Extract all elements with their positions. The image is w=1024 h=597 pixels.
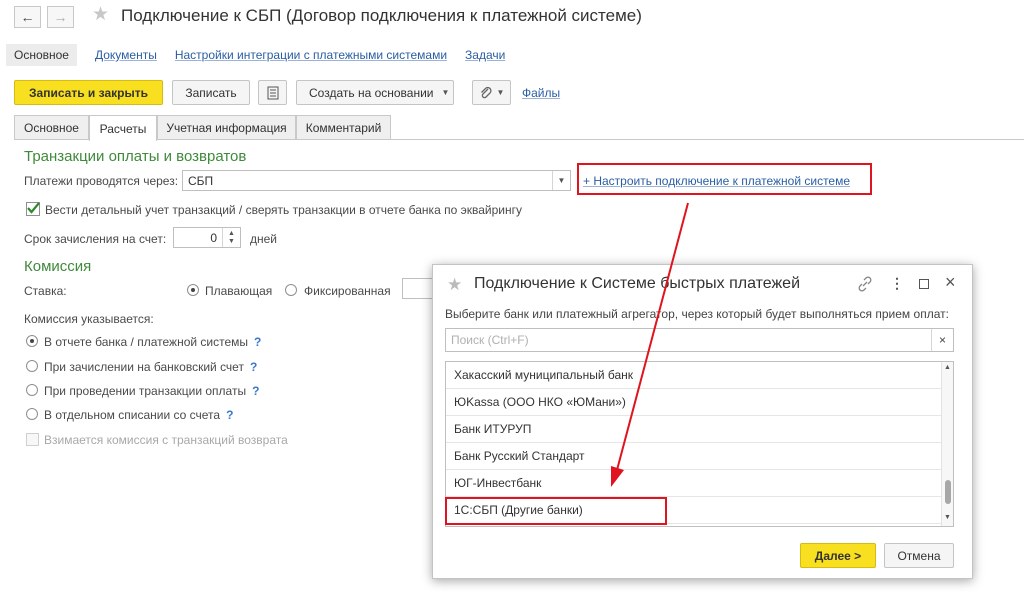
arrow-line <box>616 202 689 471</box>
tab-payments[interactable]: Расчеты <box>89 115 157 141</box>
arrow-head <box>611 466 624 487</box>
annotation-arrow <box>611 202 689 487</box>
